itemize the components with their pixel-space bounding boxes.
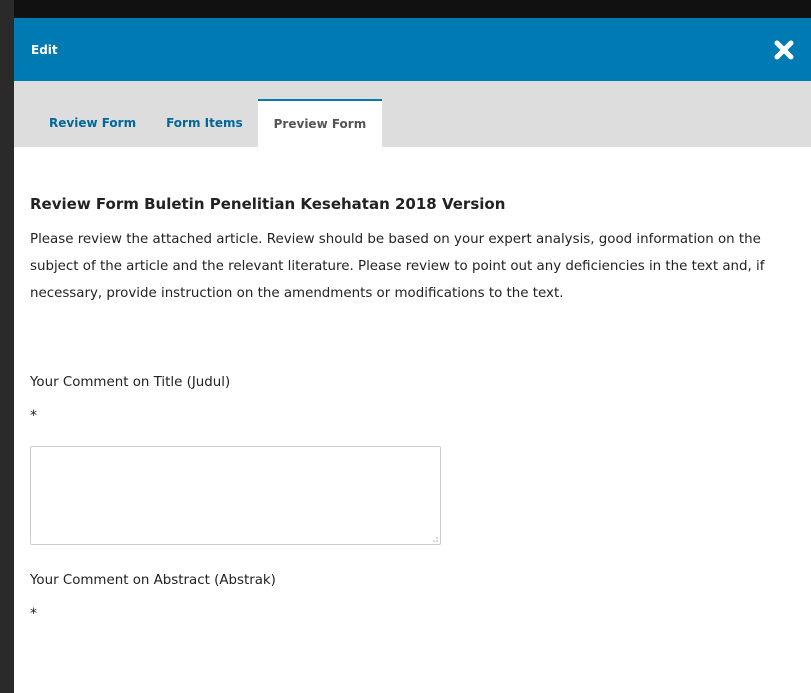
resize-grip-icon[interactable] — [430, 534, 438, 543]
title-comment-textarea[interactable] — [30, 446, 441, 546]
tab-bar: Review Form Form Items Preview Form — [14, 81, 811, 147]
preview-content: Review Form Buletin Penelitian Kesehatan… — [14, 147, 811, 622]
required-mark: * — [30, 408, 37, 425]
backdrop — [0, 0, 811, 18]
form-title: Review Form Buletin Penelitian Kesehatan… — [30, 195, 506, 213]
close-icon[interactable] — [771, 37, 797, 63]
edit-modal: Edit Review Form Form Items Preview Form… — [14, 18, 811, 693]
field-label-abstract-comment: Your Comment on Abstract (Abstrak) — [30, 573, 276, 589]
form-description: Please review the attached article. Revi… — [30, 232, 765, 301]
field-label-title-comment: Your Comment on Title (Judul) — [30, 375, 231, 391]
modal-title: Edit — [31, 42, 58, 57]
modal-header: Edit — [14, 18, 811, 81]
tab-review-form[interactable]: Review Form — [34, 99, 151, 147]
required-mark: * — [30, 606, 37, 623]
tab-form-items[interactable]: Form Items — [151, 99, 258, 147]
backdrop-edge — [0, 0, 14, 693]
tab-preview-form[interactable]: Preview Form — [257, 99, 383, 147]
